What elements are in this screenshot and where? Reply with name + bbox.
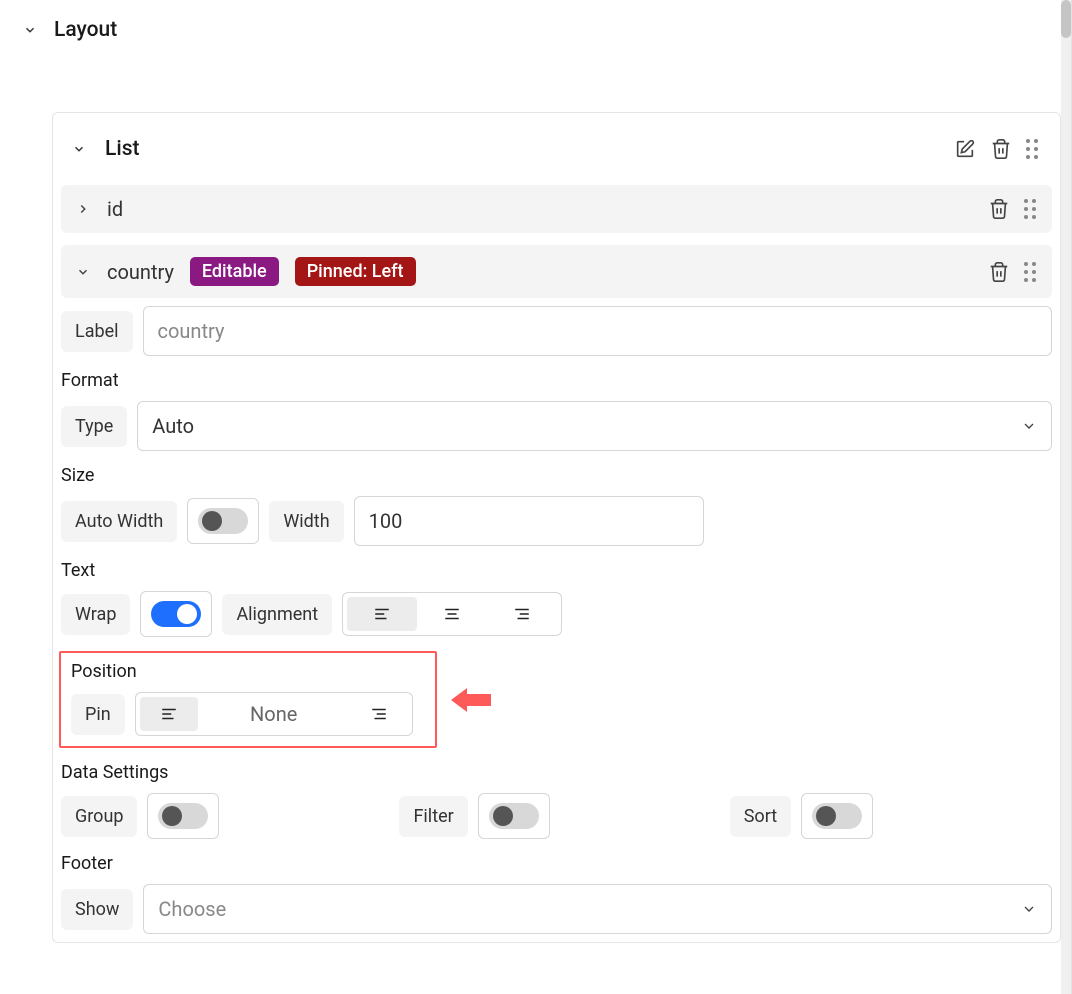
type-value: Auto bbox=[152, 414, 194, 438]
pin-group: None bbox=[135, 692, 413, 736]
autowidth-toggle[interactable] bbox=[198, 508, 248, 534]
type-caption: Type bbox=[61, 406, 127, 447]
align-right-button[interactable] bbox=[487, 597, 557, 631]
scrollbar-track bbox=[1061, 0, 1071, 994]
field-settings: Label Format Type Auto Size bbox=[53, 302, 1060, 942]
badge-editable: Editable bbox=[190, 257, 279, 286]
show-select[interactable]: Choose bbox=[143, 884, 1052, 934]
size-heading: Size bbox=[61, 465, 1052, 486]
position-row: Pin None bbox=[71, 692, 425, 736]
chevron-down-icon[interactable] bbox=[71, 141, 87, 157]
list-panel: List bbox=[52, 112, 1061, 943]
label-row: Label bbox=[61, 306, 1052, 356]
edit-icon[interactable] bbox=[954, 138, 976, 160]
wrap-caption: Wrap bbox=[61, 594, 130, 635]
alignment-group bbox=[342, 592, 562, 636]
layout-section-header[interactable]: Layout bbox=[0, 0, 1071, 50]
drag-handle-icon[interactable] bbox=[1024, 199, 1042, 219]
label-input[interactable] bbox=[143, 306, 1052, 356]
badge-pinned: Pinned: Left bbox=[295, 257, 416, 286]
filter-toggle-wrap bbox=[478, 793, 550, 839]
footer-heading: Footer bbox=[61, 853, 1052, 874]
field-country-name: country bbox=[107, 260, 174, 284]
chevron-down-icon bbox=[1021, 901, 1037, 917]
pin-caption: Pin bbox=[71, 694, 125, 735]
position-heading: Position bbox=[71, 661, 425, 682]
autowidth-caption: Auto Width bbox=[61, 501, 177, 542]
data-settings-heading: Data Settings bbox=[61, 762, 1052, 783]
show-caption: Show bbox=[61, 889, 133, 930]
layout-title: Layout bbox=[54, 18, 117, 42]
trash-icon[interactable] bbox=[990, 138, 1012, 160]
align-center-button[interactable] bbox=[417, 597, 487, 631]
show-placeholder: Choose bbox=[158, 897, 226, 921]
group-toggle-wrap bbox=[147, 793, 219, 839]
pin-right-button[interactable] bbox=[350, 697, 408, 731]
width-caption: Width bbox=[269, 501, 343, 542]
wrap-toggle-wrap bbox=[140, 591, 212, 637]
format-type-row: Type Auto bbox=[61, 401, 1052, 451]
trash-icon[interactable] bbox=[988, 261, 1010, 283]
chevron-down-icon bbox=[22, 22, 38, 38]
sort-toggle-wrap bbox=[801, 793, 873, 839]
width-input[interactable] bbox=[354, 496, 704, 546]
chevron-down-icon bbox=[75, 264, 91, 280]
type-select[interactable]: Auto bbox=[137, 401, 1052, 451]
text-row: Wrap Alignment bbox=[61, 591, 1052, 637]
list-header: List bbox=[53, 113, 1060, 185]
field-row-country[interactable]: country Editable Pinned: Left bbox=[61, 245, 1052, 298]
pin-none-button[interactable]: None bbox=[198, 697, 350, 731]
size-row: Auto Width Width bbox=[61, 496, 1052, 546]
align-left-button[interactable] bbox=[347, 597, 417, 631]
filter-caption: Filter bbox=[399, 796, 467, 837]
data-settings-row: Group Filter Sort bbox=[61, 793, 1052, 839]
wrap-toggle[interactable] bbox=[151, 601, 201, 627]
format-heading: Format bbox=[61, 370, 1052, 391]
sort-caption: Sort bbox=[730, 796, 791, 837]
drag-handle-icon[interactable] bbox=[1024, 262, 1042, 282]
sort-toggle[interactable] bbox=[812, 803, 862, 829]
page-root: Layout List bbox=[0, 0, 1072, 994]
text-heading: Text bbox=[61, 560, 1052, 581]
label-caption: Label bbox=[61, 311, 133, 352]
position-highlight: Position Pin None bbox=[59, 651, 437, 748]
pin-left-button[interactable] bbox=[140, 697, 198, 731]
drag-handle-icon[interactable] bbox=[1026, 139, 1044, 159]
footer-row: Show Choose bbox=[61, 884, 1052, 934]
field-id-name: id bbox=[107, 197, 123, 221]
trash-icon[interactable] bbox=[988, 198, 1010, 220]
chevron-down-icon bbox=[1021, 418, 1037, 434]
group-caption: Group bbox=[61, 796, 137, 837]
alignment-caption: Alignment bbox=[222, 594, 332, 635]
filter-toggle[interactable] bbox=[489, 803, 539, 829]
field-row-id[interactable]: id bbox=[61, 185, 1052, 233]
autowidth-toggle-wrap bbox=[187, 498, 259, 544]
chevron-right-icon bbox=[75, 201, 91, 217]
group-toggle[interactable] bbox=[158, 803, 208, 829]
annotation-arrow-icon bbox=[451, 686, 491, 714]
list-title: List bbox=[105, 137, 140, 161]
scrollbar-thumb[interactable] bbox=[1061, 0, 1071, 38]
